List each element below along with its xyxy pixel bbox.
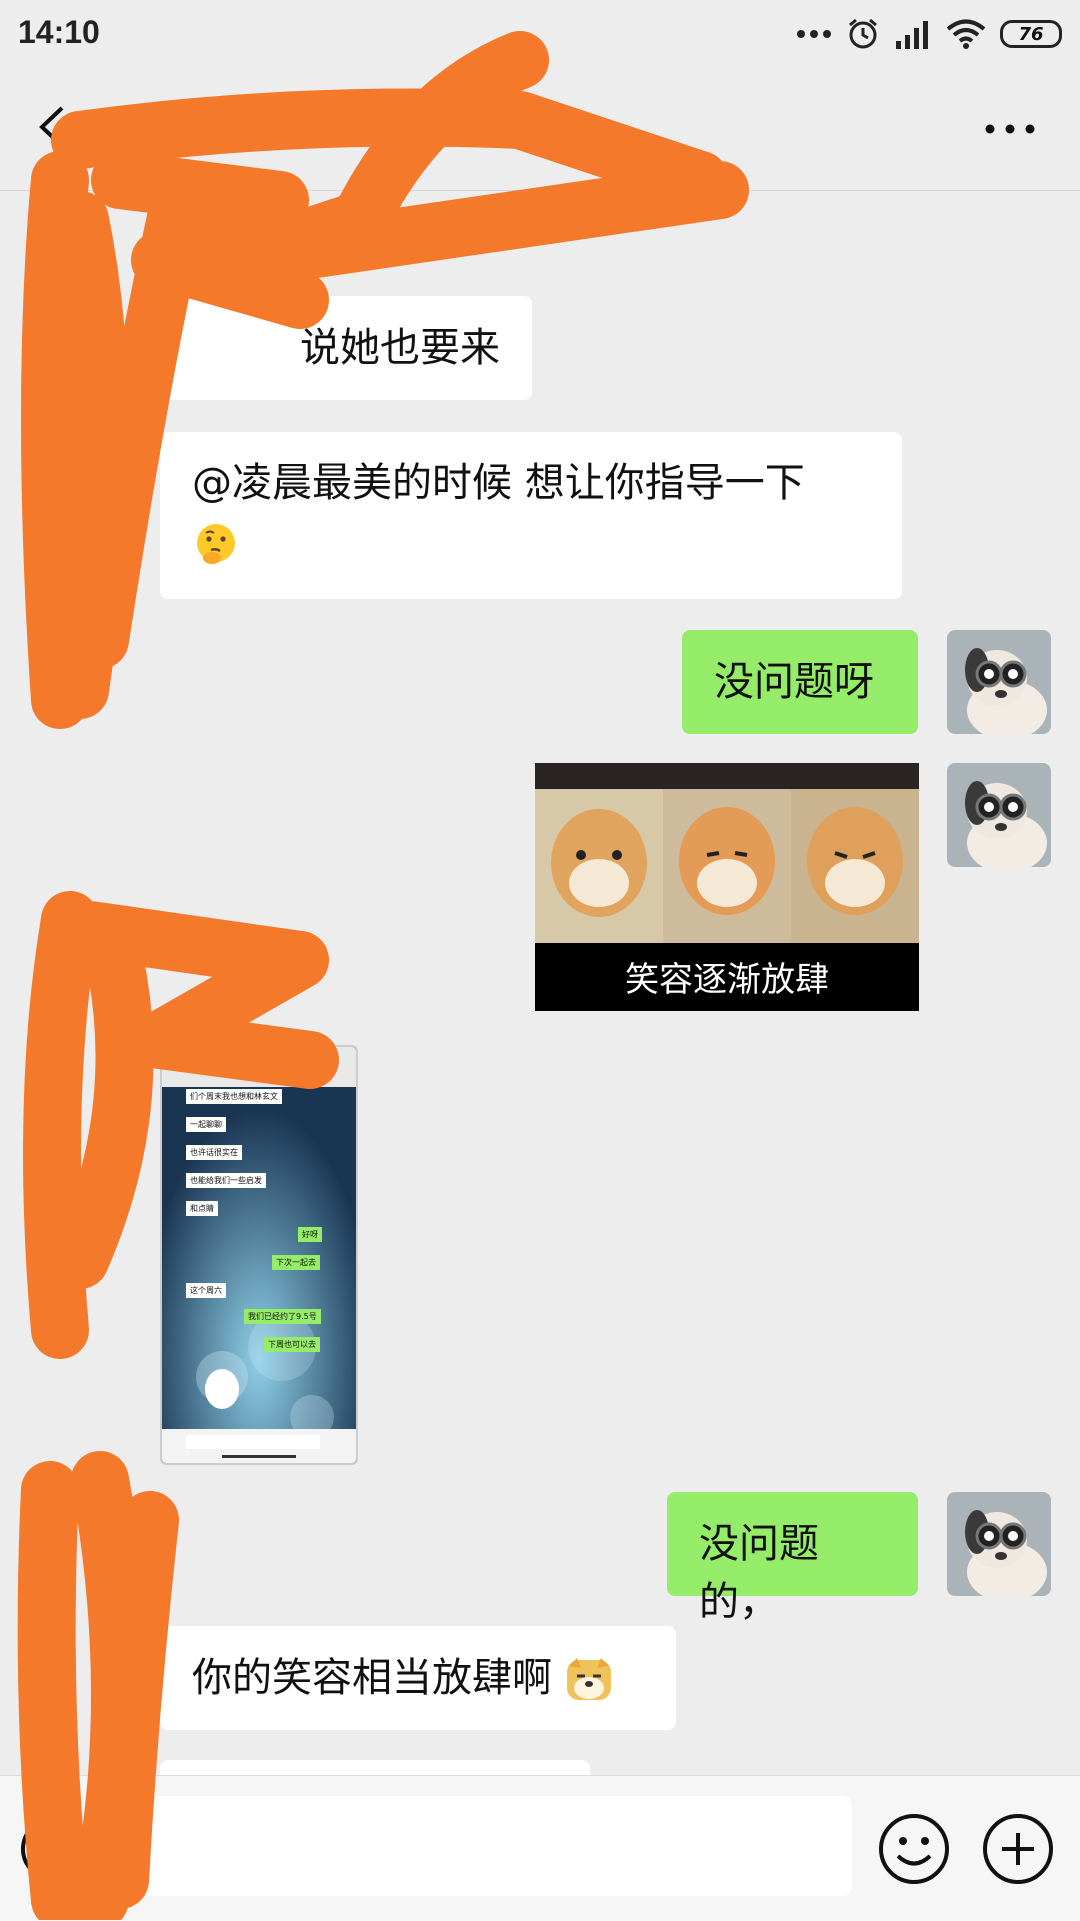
- plus-icon[interactable]: [980, 1811, 1056, 1887]
- wifi-icon: [946, 19, 986, 49]
- message-bubble-received-partial[interactable]: [160, 1760, 590, 1775]
- screenshot-background: [162, 1047, 356, 1463]
- status-time: 14:10: [18, 14, 100, 50]
- dog-avatar-image: [947, 1492, 1051, 1596]
- alarm-icon: [849, 18, 877, 49]
- message-text: @凌晨最美的时候 想让你指导一下: [192, 460, 805, 506]
- message-text: 说她也要来: [300, 325, 500, 371]
- screenshot-bubble: 和点睛: [186, 1201, 218, 1216]
- emoji-icon[interactable]: [876, 1811, 952, 1887]
- sticker-image[interactable]: 笑容逐渐放肆: [535, 763, 919, 1011]
- message-text: 没问题的，: [699, 1521, 819, 1625]
- message-text: 没问题呀: [714, 659, 874, 705]
- message-bubble-received[interactable]: 说她也要来: [160, 296, 532, 400]
- sticker-caption: 笑容逐渐放肆: [625, 960, 829, 1000]
- battery-icon: 76: [1000, 20, 1062, 48]
- bottom-input-bar: [0, 1775, 1080, 1921]
- dog-avatar-image: [947, 630, 1051, 734]
- status-icons: 76: [796, 14, 1062, 54]
- message-bubble-received[interactable]: @凌晨最美的时候 想让你指导一下: [160, 432, 902, 599]
- battery-level: 76: [1018, 23, 1044, 45]
- screenshot-bubble: 们个周末我也想和林玄文: [186, 1089, 282, 1104]
- screenshot-bubble: 下周也可以去: [264, 1337, 320, 1352]
- status-bar: 14:10 76: [0, 0, 1080, 66]
- signal-icon: [896, 21, 928, 49]
- more-horizontal-icon[interactable]: [980, 114, 1040, 144]
- avatar[interactable]: [947, 630, 1051, 734]
- shiba-sticker-image: [535, 763, 919, 943]
- message-bubble-received[interactable]: 你的笑容相当放肆啊: [160, 1626, 676, 1730]
- chat-screenshot-image[interactable]: 们个周末我也想和林玄文 一起聊聊 也许话很实在 也能给我们一些启发 和点睛 好呀…: [160, 1045, 358, 1465]
- message-input[interactable]: [96, 1796, 852, 1896]
- avatar[interactable]: [947, 763, 1051, 867]
- thinking-face-emoji: [197, 524, 235, 564]
- more-dots-icon: [797, 30, 831, 38]
- message-bubble-sent[interactable]: 没问题的，: [667, 1492, 918, 1625]
- message-bubble-sent[interactable]: 没问题呀: [682, 630, 918, 734]
- screenshot-bubble: 也许话很实在: [186, 1145, 242, 1160]
- screenshot-bubble: 这个周六: [186, 1283, 226, 1298]
- screenshot-bubble: 一起聊聊: [186, 1117, 226, 1132]
- screenshot-bubble: 我们已经约了9.5号: [244, 1309, 321, 1324]
- title-bar: [0, 66, 1080, 191]
- dog-avatar-image: [947, 763, 1051, 867]
- screenshot-bubble: 好呀: [298, 1227, 322, 1242]
- screenshot-bubble: 下次一起去: [272, 1255, 320, 1270]
- voice-icon[interactable]: [18, 1814, 88, 1884]
- doge-emoji: [566, 1658, 611, 1700]
- message-text: 你的笑容相当放肆啊: [192, 1655, 552, 1701]
- avatar[interactable]: [947, 1492, 1051, 1596]
- screenshot-bubble: 也能给我们一些启发: [186, 1173, 266, 1188]
- chevron-left-icon[interactable]: [30, 102, 80, 152]
